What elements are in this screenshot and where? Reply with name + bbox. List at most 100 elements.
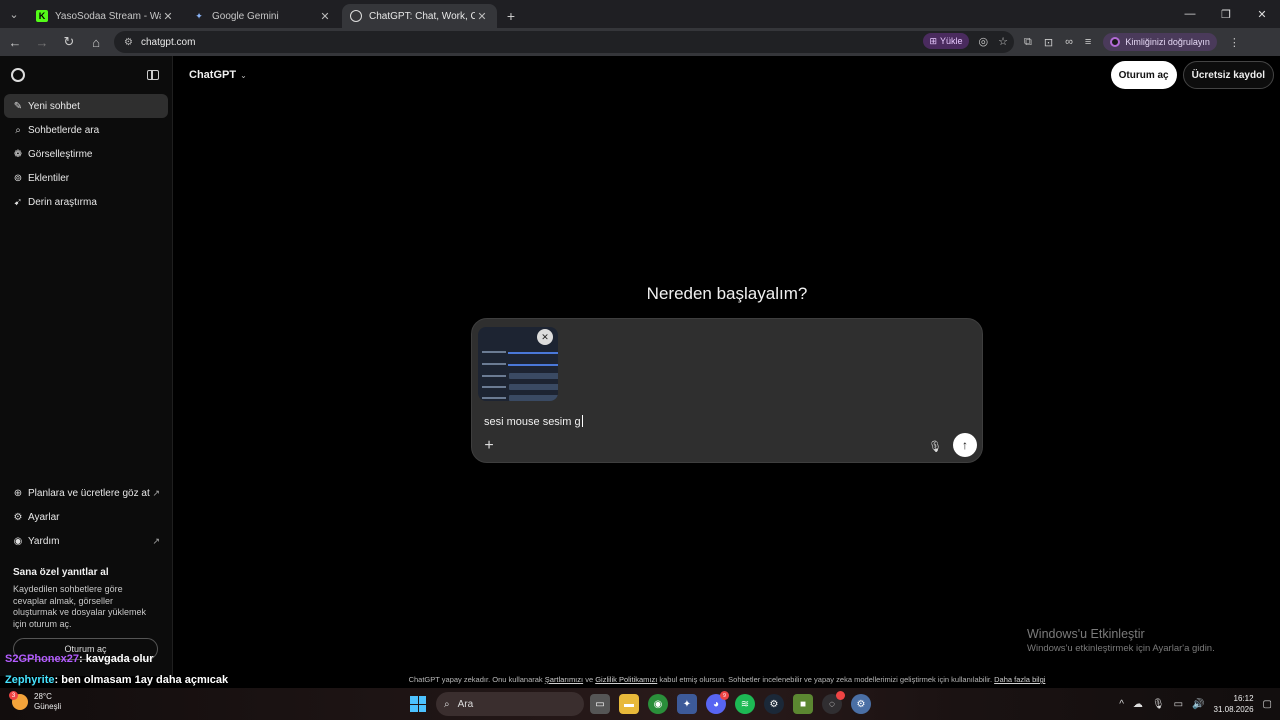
chevron-down-icon[interactable]: ⌄ <box>240 71 247 80</box>
close-tab-icon[interactable]: ✕ <box>475 10 489 23</box>
learn-more-link[interactable]: Daha fazla bilgi <box>994 675 1045 684</box>
weather-widget[interactable]: 3 28°C Güneşli <box>9 691 61 712</box>
search-icon: ⌕ <box>444 698 450 710</box>
chatgpt-logo-icon[interactable] <box>11 68 25 82</box>
eye-off-icon[interactable]: ◎ <box>979 35 989 48</box>
sidebar-item-deep-research[interactable]: ➹ Derin araştırma <box>4 190 168 214</box>
home-icon[interactable]: ⌂ <box>84 30 108 54</box>
profile-button[interactable]: Kimliğinizi doğrulayın <box>1103 33 1217 51</box>
new-tab-button[interactable]: + <box>499 4 523 28</box>
text-caret <box>581 415 583 427</box>
windows-taskbar: 3 28°C Güneşli ⌕ Ara ▭ ▬ ◉ ✦ ◕ 9 ≋ ⚙ ■ ◌ … <box>0 688 1280 720</box>
tab-search-button[interactable]: ⌄ <box>0 0 28 28</box>
install-label: Yükle <box>940 36 963 46</box>
lens-icon[interactable]: ⊡ <box>1044 36 1053 49</box>
notification-badge <box>836 691 845 700</box>
add-attachment-icon[interactable]: + <box>482 435 496 457</box>
prompt-composer[interactable]: ✕ sesi mouse sesim g + 🎙 ↑ <box>471 318 983 463</box>
notification-badge: 9 <box>720 691 729 700</box>
close-window-icon[interactable]: ✕ <box>1244 0 1280 28</box>
settings-icon: ⚙ <box>13 511 23 523</box>
task-view-icon[interactable]: ▭ <box>590 694 610 714</box>
obs-icon[interactable]: ◌ <box>822 691 845 714</box>
taskbar-search[interactable]: ⌕ Ara <box>436 692 584 716</box>
search-icon: ⌕ <box>15 124 21 136</box>
main-header: ChatGPT ⌄ Oturum aç Ücretsiz kaydol <box>174 56 1280 94</box>
steam-icon[interactable]: ⚙ <box>764 694 784 714</box>
bookmark-star-icon[interactable]: ☆ <box>998 35 1008 48</box>
signup-button[interactable]: Ücretsiz kaydol <box>1182 61 1274 89</box>
notifications-icon[interactable]: ▢ <box>1263 699 1272 710</box>
minimize-icon[interactable]: — <box>1172 0 1208 28</box>
image-icon: ❁ <box>13 148 23 160</box>
tab-kick[interactable]: K YasoSodaa Stream - Watch Live ✕ <box>28 4 183 28</box>
remove-attachment-icon[interactable]: ✕ <box>537 329 553 345</box>
tray-chevron-icon[interactable]: ^ <box>1119 699 1124 710</box>
url-text[interactable]: chatgpt.com <box>141 37 195 48</box>
kick-icon: K <box>36 10 48 22</box>
sidebar-toggle-icon[interactable] <box>147 70 159 80</box>
sidebar-item-label: Sohbetlerde ara <box>28 124 100 136</box>
restore-icon[interactable]: ❐ <box>1208 0 1244 28</box>
privacy-link[interactable]: Gizlilik Politikamızı <box>595 675 657 684</box>
model-selector[interactable]: ChatGPT <box>189 69 236 81</box>
prompt-input[interactable]: sesi mouse sesim g <box>484 415 583 428</box>
install-app-button[interactable]: ⊞ Yükle <box>923 33 969 49</box>
sidebar-item-search[interactable]: ⌕ Sohbetlerde ara <box>4 118 168 142</box>
login-button[interactable]: Oturum aç <box>1110 61 1177 89</box>
forward-icon[interactable]: → <box>30 30 54 54</box>
omnibox[interactable]: ⚙ chatgpt.com ⊞ Yükle ◎ ☆ <box>114 31 1014 53</box>
disclaimer-text: ChatGPT yapay zekadır. Onu kullanarak <box>408 675 545 684</box>
more-menu-icon[interactable]: ⋮ <box>1229 36 1240 49</box>
back-icon[interactable]: ← <box>3 30 27 54</box>
sidebar-item-label: Eklentiler <box>28 172 70 184</box>
link-icon[interactable]: ∞ <box>1065 36 1073 48</box>
cloud-icon[interactable]: ☁ <box>1133 699 1143 710</box>
taskbar-apps: ▭ ▬ ◉ ✦ ◕ 9 ≋ ⚙ ■ ◌ ⚙ <box>590 691 871 714</box>
sidebar-item-new-chat[interactable]: ✎ Yeni sohbet <box>4 94 168 118</box>
discord-icon[interactable]: ◕ 9 <box>706 691 729 714</box>
microphone-icon[interactable]: 🎙 <box>927 437 943 455</box>
tab-chatgpt[interactable]: ChatGPT: Chat, Work, Create & ✕ <box>342 4 497 28</box>
close-tab-icon[interactable]: ✕ <box>161 10 175 23</box>
sidebar: ✎ Yeni sohbet ⌕ Sohbetlerde ara ❁ Görsel… <box>0 56 173 676</box>
volume-icon[interactable]: 🔊 <box>1192 699 1204 710</box>
windows-start-icon[interactable] <box>410 696 426 712</box>
sidebar-item-plans[interactable]: ⊕ Planlara ve ücretlere göz at ↗ <box>4 481 168 505</box>
spotify-icon[interactable]: ≋ <box>735 694 755 714</box>
tab-gemini[interactable]: ✦ Google Gemini ✕ <box>185 4 340 28</box>
tab-title: ChatGPT: Chat, Work, Create & <box>369 10 475 22</box>
terms-link[interactable]: Şartlarımızı <box>545 675 583 684</box>
new-chat-icon: ✎ <box>13 100 23 112</box>
reading-list-icon[interactable]: ≡ <box>1085 36 1091 48</box>
minecraft-icon[interactable]: ■ <box>793 694 813 714</box>
extensions-icon[interactable]: ⧉ <box>1024 36 1032 49</box>
chrome-icon[interactable]: ◉ <box>648 694 668 714</box>
site-info-icon[interactable]: ⚙ <box>124 37 133 48</box>
network-icon[interactable]: ▭ <box>1174 699 1183 710</box>
app-icon[interactable]: ✦ <box>677 694 697 714</box>
file-explorer-icon[interactable]: ▬ <box>619 694 639 714</box>
sidebar-item-label: Yardım <box>28 535 60 547</box>
settings-app-icon[interactable]: ⚙ <box>851 694 871 714</box>
sidebar-item-label: Derin araştırma <box>28 196 97 208</box>
external-link-icon: ↗ <box>152 535 160 546</box>
temperature: 28°C <box>34 692 52 701</box>
prompt-input-text: sesi mouse sesim g <box>484 416 581 428</box>
sidebar-item-settings[interactable]: ⚙ Ayarlar <box>4 505 168 529</box>
sidebar-item-label: Ayarlar <box>28 511 60 523</box>
reload-icon[interactable]: ↻ <box>57 30 81 54</box>
send-button[interactable]: ↑ <box>953 433 977 457</box>
chat-message-text: : kavgada olur <box>78 653 154 665</box>
close-tab-icon[interactable]: ✕ <box>318 10 332 23</box>
microphone-tray-icon[interactable]: 🎙 <box>1152 699 1165 710</box>
tab-title: Google Gemini <box>212 10 279 22</box>
sidebar-item-images[interactable]: ❁ Görselleştirme <box>4 142 168 166</box>
sidebar-item-label: Görselleştirme <box>28 148 93 160</box>
chatgpt-icon <box>350 10 362 22</box>
sidebar-item-help[interactable]: ◉ Yardım ↗ <box>4 529 168 553</box>
clock[interactable]: 16:12 31.08.2026 <box>1214 693 1254 715</box>
avatar <box>1110 37 1121 47</box>
sidebar-item-plugins[interactable]: ⊚ Eklentiler <box>4 166 168 190</box>
windows-activation-watermark: Windows'u Etkinleştir Windows'u etkinleş… <box>1027 627 1215 654</box>
